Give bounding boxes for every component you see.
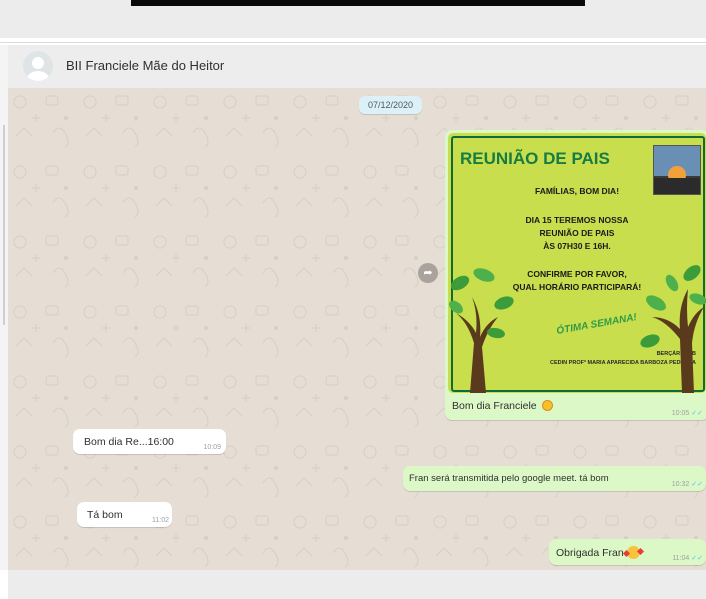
message-time: 10:32 xyxy=(671,481,690,488)
read-ticks-icon: ✓✓ xyxy=(691,410,703,417)
compose-area[interactable] xyxy=(8,570,706,599)
poster-line: DIA 15 TEREMOS NOSSA xyxy=(525,215,629,225)
caption-text: Bom dia Franciele xyxy=(452,400,537,412)
date-chip: 07/12/2020 xyxy=(359,96,423,114)
divider xyxy=(0,38,706,43)
message-text: Obrigada Fran xyxy=(556,547,624,559)
message-bubble[interactable]: Fran será transmitida pelo google meet. … xyxy=(403,466,706,491)
image-message-bubble[interactable]: REUNIÃO DE PAIS FAMÍLIAS, BOM DIA! DIA 1… xyxy=(445,130,706,420)
message-text: Tá bom xyxy=(87,509,123,521)
top-black-bar xyxy=(131,0,585,6)
poster-line: REUNIÃO DE PAIS xyxy=(539,228,615,238)
avatar-body xyxy=(27,71,49,81)
message-text-wrap: Obrigada Fran xyxy=(556,546,640,559)
message-text: Fran será transmitida pelo google meet. … xyxy=(409,473,609,484)
poster-title: REUNIÃO DE PAIS xyxy=(460,149,610,168)
chat-header[interactable]: BII Franciele Mãe do Heitor xyxy=(8,45,706,89)
tree-left-illustration xyxy=(449,268,514,393)
read-ticks-icon: ✓✓ xyxy=(691,555,703,562)
message-bubble[interactable]: Tá bom 11:02 xyxy=(77,502,172,527)
left-panel-edge xyxy=(0,45,8,570)
panel-resize-handle[interactable] xyxy=(3,125,5,325)
image-caption: Bom dia Franciele xyxy=(452,400,553,412)
poster-image[interactable]: REUNIÃO DE PAIS FAMÍLIAS, BOM DIA! DIA 1… xyxy=(448,133,706,393)
smiling-face-with-hearts-emoji xyxy=(626,546,640,559)
contact-name[interactable]: BII Franciele Mãe do Heitor xyxy=(66,58,224,73)
sunflower-emoji xyxy=(541,400,553,411)
avatar-head xyxy=(32,57,44,69)
message-meta: 10:05 ✓✓ xyxy=(672,409,703,417)
message-time: 10:05 xyxy=(671,410,690,417)
message-time: 11:02 xyxy=(152,517,169,524)
message-time: 10:09 xyxy=(203,444,221,451)
poster-line: FAMÍLIAS, BOM DIA! xyxy=(534,186,620,196)
forward-arrow-icon[interactable]: ➦ xyxy=(418,263,438,283)
message-text: Bom dia Re...16:00 xyxy=(84,436,174,448)
message-time: 11:04 xyxy=(672,555,690,562)
message-bubble[interactable]: Bom dia Re...16:00 10:09 xyxy=(73,429,226,454)
chat-panel[interactable]: 07/12/2020 ➦ REUNIÃO DE PAIS FAMÍLIAS, B… xyxy=(8,88,706,570)
read-ticks-icon: ✓✓ xyxy=(691,481,703,488)
message-bubble[interactable]: Obrigada Fran 11:04 ✓✓ xyxy=(549,539,706,565)
tree-right-illustration xyxy=(640,265,706,393)
default-avatar-icon[interactable] xyxy=(23,51,53,81)
